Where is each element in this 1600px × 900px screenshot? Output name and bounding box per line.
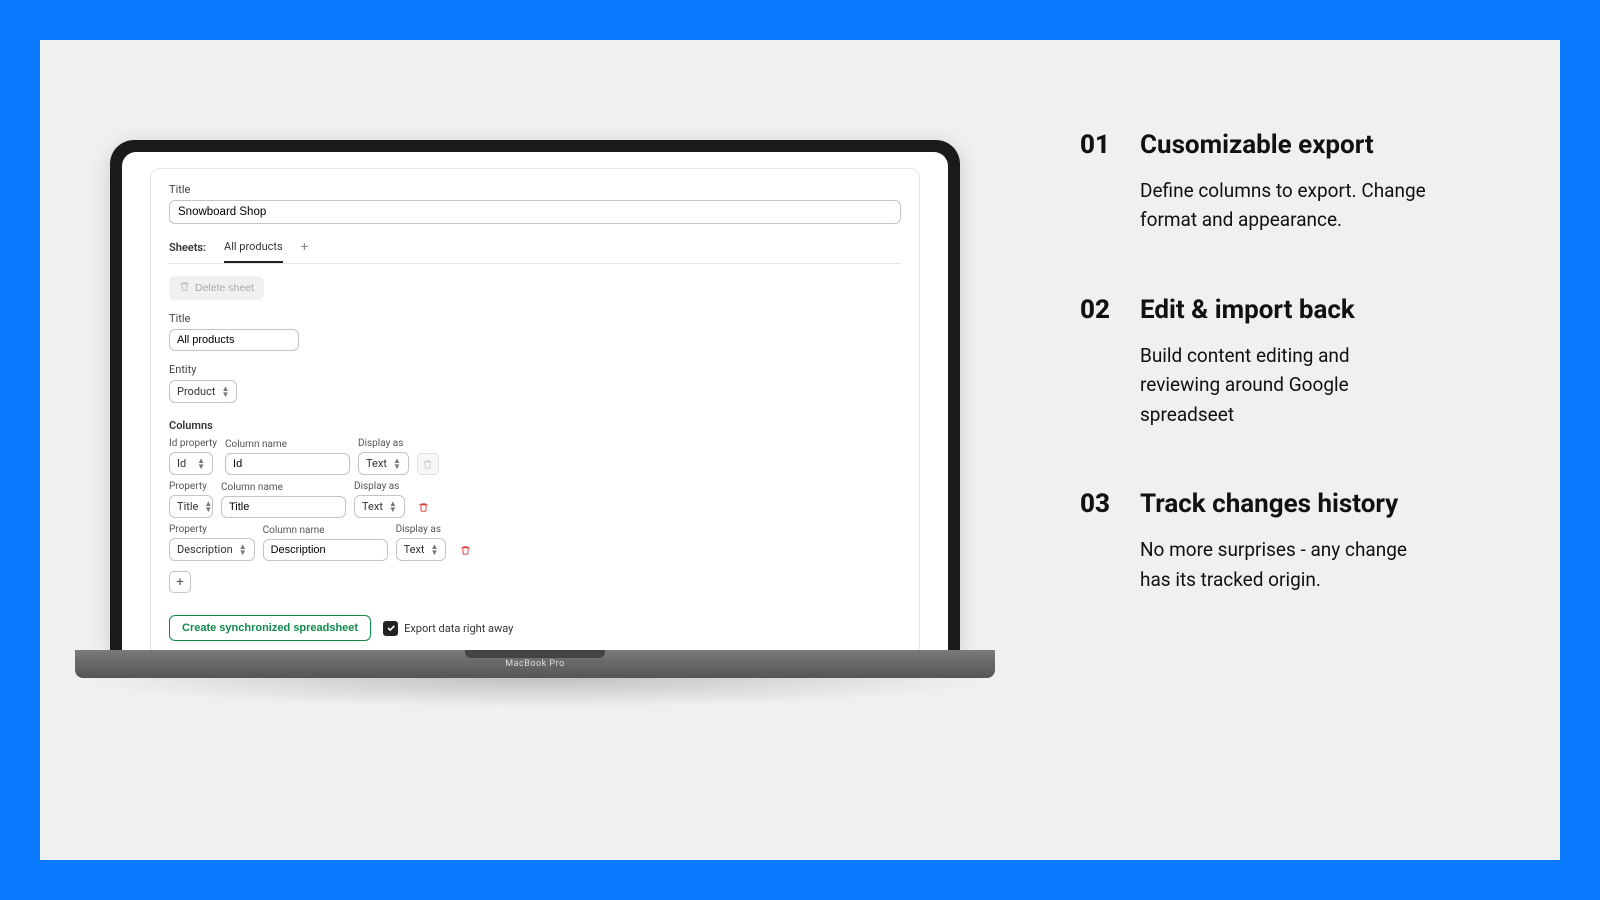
display-as-header: Display as [396,524,447,535]
export-checkbox-label: Export data right away [404,622,513,635]
feature-description: Define columns to export. Change format … [1140,176,1430,235]
feature-title: Cusomizable export [1140,130,1430,160]
select-arrows-icon: ▲▼ [389,501,397,513]
column-name-input-2[interactable] [263,539,388,561]
laptop-mockup: Title Sheets: All products + [110,140,960,708]
select-arrows-icon: ▲▼ [431,544,439,556]
laptop-screen: Title Sheets: All products + [122,152,948,650]
delete-column-button-0 [417,453,439,475]
feature-item: 02 Edit & import back Build content edit… [1080,295,1430,429]
features-list: 01 Cusomizable export Define columns to … [1080,130,1430,654]
column-name-header: Column name [221,482,346,493]
display-as-select-0[interactable]: Text ▲▼ [358,452,409,475]
sheets-label: Sheets: [169,241,206,262]
property-select-1[interactable]: Title ▲▼ [169,495,213,518]
page-frame: Title Sheets: All products + [0,0,1600,900]
property-header: Property [169,481,213,492]
delete-sheet-label: Delete sheet [195,282,254,294]
display-as-select-1[interactable]: Text ▲▼ [354,495,405,518]
display-as-header: Display as [354,481,405,492]
laptop-brand: MacBook Pro [505,659,564,669]
sheets-tabs: Sheets: All products + [169,240,901,264]
entity-value: Product [177,385,215,398]
column-name-input-0[interactable] [225,453,350,475]
display-as-select-2[interactable]: Text ▲▼ [396,538,447,561]
column-name-header: Column name [263,525,388,536]
display-as-header: Display as [358,438,409,449]
entity-label: Entity [169,363,901,376]
laptop-bezel: Title Sheets: All products + [110,140,960,650]
entity-select[interactable]: Product ▲▼ [169,380,237,403]
laptop-notch [465,650,605,658]
trash-icon [179,281,190,295]
sheet-title-input[interactable] [169,329,299,351]
select-arrows-icon: ▲▼ [197,458,205,470]
feature-description: Build content editing and reviewing arou… [1140,341,1430,429]
add-column-button[interactable]: + [169,571,191,593]
checkbox-icon [383,621,398,636]
column-name-input-1[interactable] [221,496,346,518]
property-header: Property [169,524,255,535]
column-name-header: Column name [225,439,350,450]
feature-description: No more surprises - any change has its t… [1140,535,1430,594]
add-tab-button[interactable]: + [301,240,308,263]
column-row: Id property Id ▲▼ Column name [169,438,901,475]
create-spreadsheet-button[interactable]: Create synchronized spreadsheet [169,615,371,641]
feature-title: Track changes history [1140,489,1430,519]
columns-heading: Columns [169,419,901,432]
select-arrows-icon: ▲▼ [393,458,401,470]
select-arrows-icon: ▲▼ [221,386,229,398]
app-container: Title Sheets: All products + [122,152,948,650]
feature-number: 02 [1080,295,1118,429]
footer-actions: Create synchronized spreadsheet Export d… [169,615,901,641]
delete-sheet-button[interactable]: Delete sheet [169,276,264,300]
feature-item: 03 Track changes history No more surpris… [1080,489,1430,594]
select-arrows-icon: ▲▼ [204,501,212,513]
canvas: Title Sheets: All products + [40,40,1560,860]
column-row: Property Title ▲▼ Column name [169,481,901,518]
column-row: Property Description ▲▼ Column name [169,524,901,561]
property-select-2[interactable]: Description ▲▼ [169,538,255,561]
feature-number: 03 [1080,489,1118,594]
id-property-header: Id property [169,438,217,449]
title-input[interactable] [169,200,901,224]
select-arrows-icon: ▲▼ [239,544,247,556]
delete-column-button-1[interactable] [413,496,435,518]
feature-title: Edit & import back [1140,295,1430,325]
title-label: Title [169,183,901,196]
sheet-title-label: Title [169,312,901,325]
laptop-shadow [75,678,995,708]
delete-column-button-2[interactable] [454,539,476,561]
tab-all-products[interactable]: All products [224,240,283,263]
feature-number: 01 [1080,130,1118,235]
property-select-0[interactable]: Id ▲▼ [169,452,213,475]
export-checkbox[interactable]: Export data right away [383,621,513,636]
config-card: Title Sheets: All products + [150,168,920,650]
laptop-base: MacBook Pro [75,650,995,678]
feature-item: 01 Cusomizable export Define columns to … [1080,130,1430,235]
